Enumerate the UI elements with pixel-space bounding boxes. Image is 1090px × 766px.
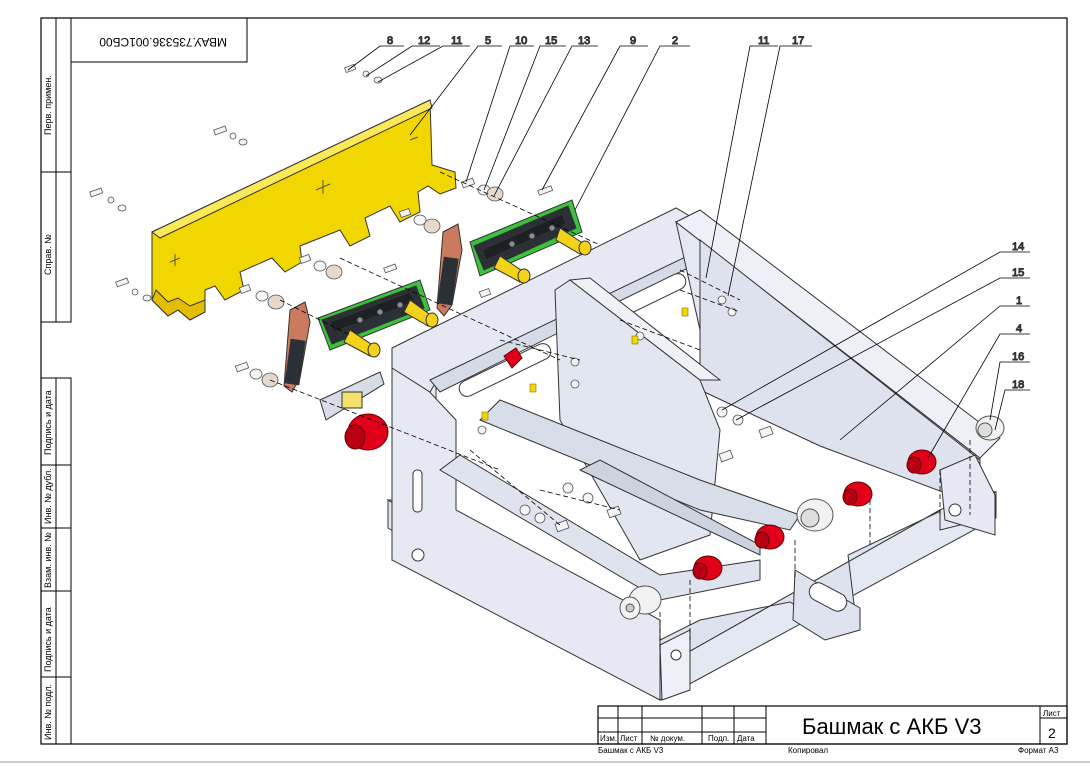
callout-14: 14 [1012,241,1024,253]
callout-4: 4 [1016,323,1022,335]
tb-podp: Подп. [708,734,729,743]
callout-18: 18 [1012,379,1024,391]
tb-data: Дата [737,734,755,743]
drawing-code-box: МВАУ.735336.001СБ00 [70,17,248,63]
callout-17: 17 [792,35,804,47]
drawing-sheet: Перв. примен. Справ. № Подпись и дата Ин… [0,17,1090,763]
label-podpis-data-2: Подпись и дата [43,607,53,672]
label-podpis-data-1: Подпись и дата [43,390,53,455]
callout-15-top: 15 [545,35,557,47]
callout-12: 12 [418,35,430,47]
drawing-code: МВАУ.735336.001СБ00 [99,35,227,49]
callout-11-right: 11 [758,35,769,47]
drawing-title: Башмак с АКБ V3 [802,714,981,739]
callout-9: 9 [630,35,636,47]
label-vzam-inv: Взам. инв. № [43,532,53,588]
assembly-illustration: 8 12 11 5 10 15 13 9 2 11 17 14 15 1 4 1… [89,35,1030,701]
callout-10: 10 [515,35,527,47]
label-perv-primen: Перв. примен. [43,75,53,135]
label-inv-podl: Инв. № подл. [43,684,53,740]
sheet-label: Лист [1043,709,1061,718]
label-sprav-no: Справ. № [43,234,53,275]
callout-16: 16 [1012,351,1024,363]
callout-2: 2 [672,35,678,47]
callout-1: 1 [1016,295,1022,307]
footer-format: Формат А3 [1018,746,1059,755]
tb-doc-no: № докум. [650,734,685,743]
label-inv-dubl: Инв. № дубл. [43,468,53,524]
footer-kopiroval: Копировал [788,746,828,755]
footer-name: Башмак с АКБ V3 [598,746,664,755]
callout-5: 5 [485,35,491,47]
callout-15-right: 15 [1012,267,1024,279]
tb-izm: Изм. [600,734,617,743]
callout-11-top: 11 [451,35,462,47]
sheet-number: 2 [1048,725,1056,741]
tb-list: Лист [620,734,638,743]
callout-13: 13 [578,35,590,47]
callout-8: 8 [387,35,393,47]
left-strip: Перв. примен. Справ. № Подпись и дата Ин… [40,17,72,745]
